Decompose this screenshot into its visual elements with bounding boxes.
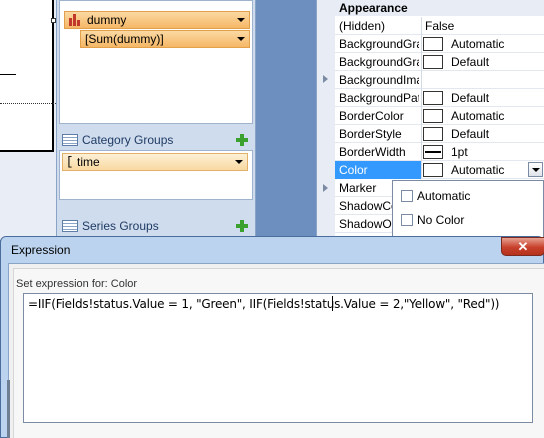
chevron-down-icon[interactable] [231, 154, 247, 170]
grid-icon [62, 220, 78, 232]
chevron-down-icon[interactable] [233, 31, 249, 47]
line-width-icon [423, 145, 443, 159]
prop-row-hidden[interactable]: (Hidden) False [335, 17, 544, 35]
chevron-down-icon[interactable] [233, 12, 249, 28]
prop-name: BackgroundGra [339, 37, 419, 51]
expression-editor[interactable]: =IIF(Fields!status.Value = 1, "Green", I… [23, 293, 533, 423]
chart-data-panel: dummy [Sum(dummy)] Category Groups [ tim… [56, 0, 256, 240]
color-swatch [423, 91, 443, 105]
prop-value: Default [451, 91, 490, 105]
prop-row-backgroundimage[interactable]: BackgroundIma [335, 71, 544, 89]
prop-name: BorderWidth [339, 145, 406, 159]
color-dropdown-button[interactable] [528, 162, 543, 177]
add-icon[interactable] [235, 219, 249, 233]
prop-row-backgroundpattern[interactable]: BackgroundPat Default [335, 89, 544, 107]
bar-chart-icon [67, 13, 83, 27]
prop-name: BorderStyle [339, 127, 402, 141]
prop-name: BackgroundPat [339, 91, 419, 105]
category-groups-box: [ time [59, 150, 253, 200]
prop-value: False [425, 19, 455, 33]
dialog-title: Expression [11, 243, 71, 257]
prop-value: Default [451, 55, 490, 69]
checkbox-icon[interactable] [401, 190, 413, 202]
value-expression-field[interactable]: [Sum(dummy)] [80, 30, 250, 48]
color-swatch [423, 163, 443, 177]
text-caret [332, 296, 333, 311]
prop-name: BackgroundIma [339, 73, 419, 87]
expand-arrow-icon[interactable] [323, 75, 328, 83]
prop-value: Automatic [451, 109, 505, 123]
prop-name: (Hidden) [339, 19, 386, 33]
color-dropdown-popup: Automatic No Color [392, 180, 544, 238]
category-groups-title: Category Groups [82, 133, 174, 147]
prop-value: Default [451, 127, 490, 141]
prop-row-borderwidth[interactable]: BorderWidth 1pt [335, 143, 544, 161]
set-expression-label: Set expression for: Color [16, 278, 138, 290]
dialog-edge-scroll [7, 380, 10, 438]
properties-gutter [317, 0, 335, 240]
grid-icon [62, 134, 78, 146]
category-field-time[interactable]: [ time [62, 153, 248, 171]
prop-value: Automatic [451, 37, 505, 51]
expression-text[interactable]: =IIF(Fields!status.Value = 1, "Green", I… [28, 297, 499, 311]
prop-row-backgroundgradient-1[interactable]: BackgroundGra Automatic [335, 35, 544, 53]
color-swatch [423, 55, 443, 69]
value-expression-label: [Sum(dummy)] [85, 32, 164, 46]
chart-axis-mark [0, 74, 16, 75]
color-swatch [423, 127, 443, 141]
prop-row-borderstyle[interactable]: BorderStyle Default [335, 125, 544, 143]
prop-name: Color [335, 161, 421, 179]
values-box: dummy [Sum(dummy)] [59, 0, 253, 124]
option-no-color-label: No Color [417, 213, 465, 227]
value-field-dummy[interactable]: dummy [64, 11, 250, 29]
category-field-label: time [77, 155, 100, 169]
prop-row-bordercolor[interactable]: BorderColor Automatic [335, 107, 544, 125]
option-automatic[interactable]: Automatic [401, 187, 470, 205]
color-swatch [423, 37, 443, 51]
category-appearance[interactable]: Appearance [335, 0, 544, 16]
series-groups-title: Series Groups [82, 219, 159, 233]
value-field-label: dummy [87, 13, 127, 27]
series-groups-header: Series Groups [59, 216, 253, 236]
expand-arrow-icon[interactable] [323, 184, 328, 192]
bracket-icon: [ [66, 155, 74, 169]
prop-name: BackgroundGra [339, 55, 419, 69]
prop-row-backgroundgradient-2[interactable]: BackgroundGra Default [335, 53, 544, 71]
chart-area[interactable] [0, 0, 54, 152]
report-canvas[interactable] [0, 0, 56, 240]
add-icon[interactable] [235, 133, 249, 147]
close-button[interactable]: ✕ [501, 237, 544, 256]
color-swatch [423, 109, 443, 123]
prop-value: 1pt [451, 145, 468, 159]
category-groups-header: Category Groups [59, 130, 253, 150]
prop-name: BorderColor [339, 109, 404, 123]
prop-row-color[interactable]: Color Automatic [335, 161, 544, 179]
checkbox-icon[interactable] [401, 214, 413, 226]
selection-guide [0, 103, 56, 104]
prop-value: Automatic [451, 163, 505, 177]
option-no-color[interactable]: No Color [401, 211, 464, 229]
option-automatic-label: Automatic [417, 189, 471, 203]
